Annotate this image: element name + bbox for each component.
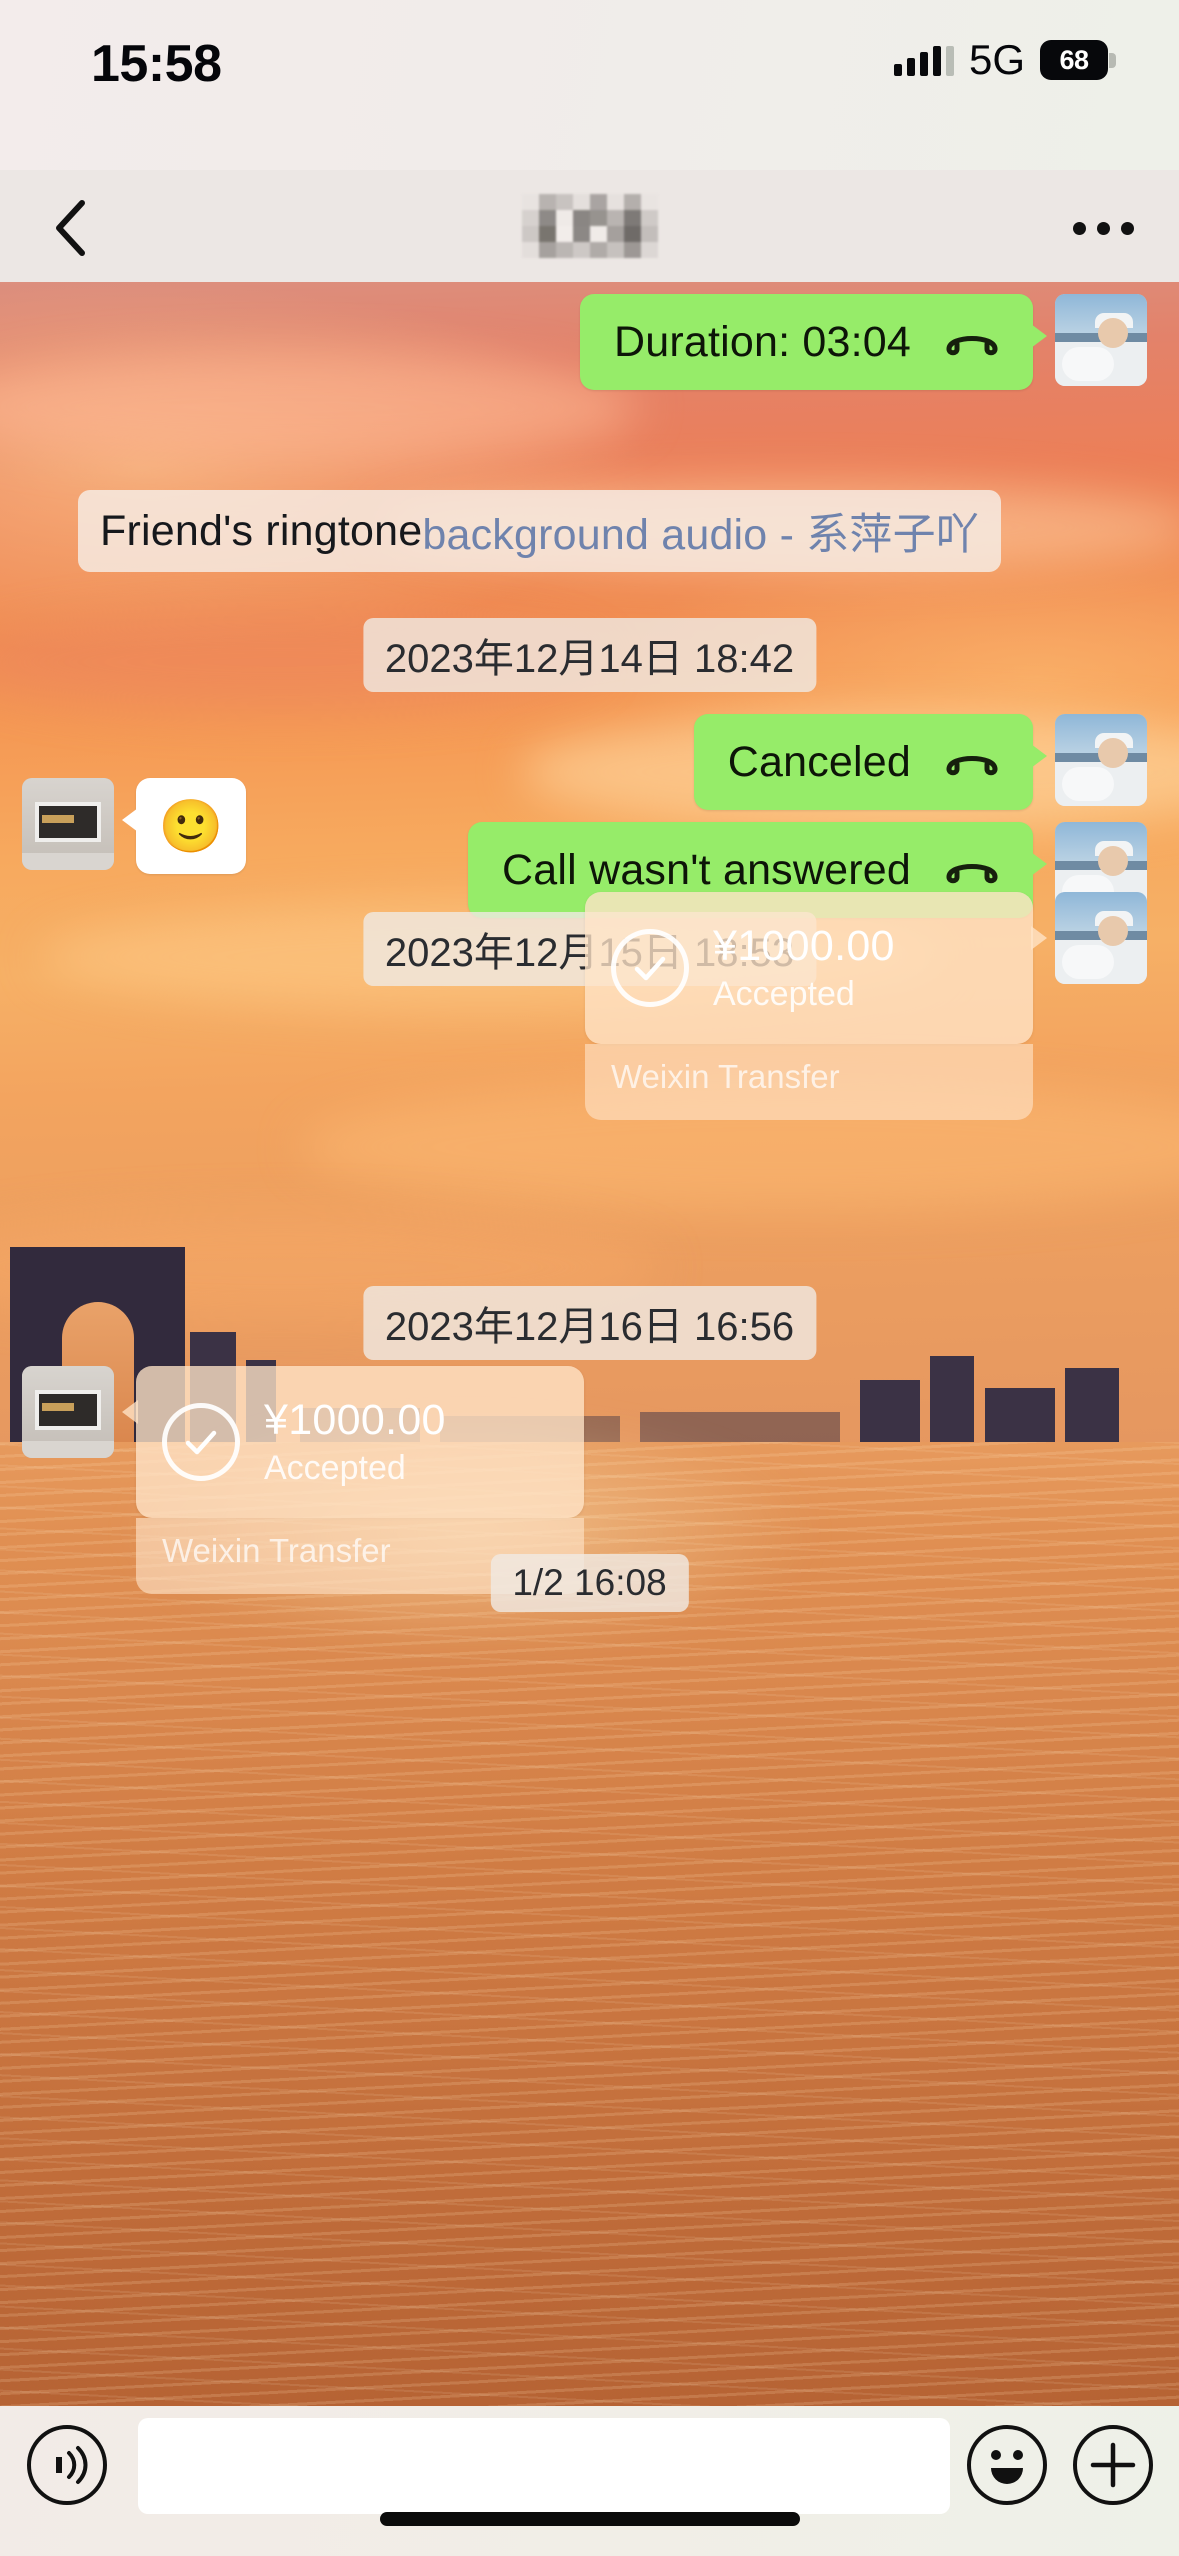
message-text: Canceled (727, 737, 911, 786)
avatar[interactable] (22, 778, 114, 870)
message-text: Duration: 03:04 (613, 317, 911, 366)
timestamp: 1/2 16:08 (490, 1554, 689, 1612)
emoji-bubble[interactable]: 🙂 (122, 778, 246, 874)
phone-handset-icon (946, 756, 998, 776)
check-circle-icon (611, 929, 689, 1007)
battery-icon: 68 (1040, 40, 1116, 80)
message-input-wrapper[interactable] (138, 2418, 950, 2514)
smiley-face-icon[interactable] (966, 2424, 1048, 2506)
message-list[interactable]: Duration: 03:04 Friend's ringtone backgr… (0, 282, 1179, 2406)
timestamp: 2023年12月16日 16:56 (362, 1286, 817, 1360)
transfer-footer: Weixin Transfer (162, 1532, 391, 1569)
transfer-footer: Weixin Transfer (611, 1058, 840, 1095)
voice-wave-icon[interactable] (26, 2424, 108, 2506)
transfer-status: Accepted (264, 1449, 406, 1487)
transfer-status: Accepted (713, 975, 855, 1013)
phone-handset-icon (946, 336, 998, 356)
message-input[interactable] (138, 2418, 950, 2514)
call-bubble[interactable]: Canceled (693, 714, 1048, 810)
more-horizontal-icon (1072, 221, 1086, 235)
ringtone-notice[interactable]: Friend's ringtone background audio - 系萍子… (78, 490, 1002, 572)
input-bar (0, 2406, 1179, 2556)
call-bubble[interactable]: Duration: 03:04 (579, 294, 1048, 390)
home-indicator (379, 2512, 800, 2526)
navigation-bar (0, 170, 1179, 282)
emoji-glyph: 🙂 (158, 797, 224, 856)
transfer-card[interactable]: ¥1000.00 Accepted (122, 1366, 584, 1518)
transfer-amount: ¥1000.00 (264, 1396, 446, 1444)
plus-circle-icon[interactable] (1072, 2424, 1154, 2506)
message-row-transfer-2[interactable]: ¥1000.00 Accepted Weixin Transfer (22, 1366, 584, 1594)
avatar[interactable] (1055, 294, 1147, 386)
message-row-transfer-1[interactable]: ¥1000.00 Accepted Weixin Transfer (585, 892, 1147, 1120)
phone-handset-icon (946, 864, 998, 884)
ringtone-link[interactable]: background audio - 系萍子吖 (422, 500, 979, 562)
check-circle-icon (162, 1403, 240, 1481)
battery-level-label: 68 (1059, 44, 1089, 75)
ringtone-prefix: Friend's ringtone (100, 506, 423, 555)
avatar[interactable] (1055, 892, 1147, 984)
status-indicators: 5G 68 (893, 36, 1116, 84)
redacted-contact-name (521, 194, 658, 258)
status-bar: 15:58 5G 68 (0, 0, 1179, 170)
page-title (0, 188, 1179, 264)
chat-screen: 15:58 5G 68 Duration: 03:04 Friend's rin… (0, 0, 1179, 2556)
message-row-call-duration[interactable]: Duration: 03:04 (579, 294, 1147, 390)
more-options-button[interactable] (1053, 186, 1153, 270)
transfer-card[interactable]: ¥1000.00 Accepted (585, 892, 1047, 1044)
timestamp: 2023年12月14日 18:42 (362, 618, 817, 692)
cellular-bars-icon (893, 44, 954, 76)
message-text: Call wasn't answered (502, 845, 911, 894)
message-row-call-canceled[interactable]: Canceled (693, 714, 1147, 810)
network-type-label: 5G (968, 36, 1025, 83)
transfer-amount: ¥1000.00 (713, 922, 895, 970)
message-row-emoji[interactable]: 🙂 (22, 778, 246, 874)
status-time: 15:58 (91, 35, 222, 93)
avatar[interactable] (1055, 714, 1147, 806)
avatar[interactable] (22, 1366, 114, 1458)
